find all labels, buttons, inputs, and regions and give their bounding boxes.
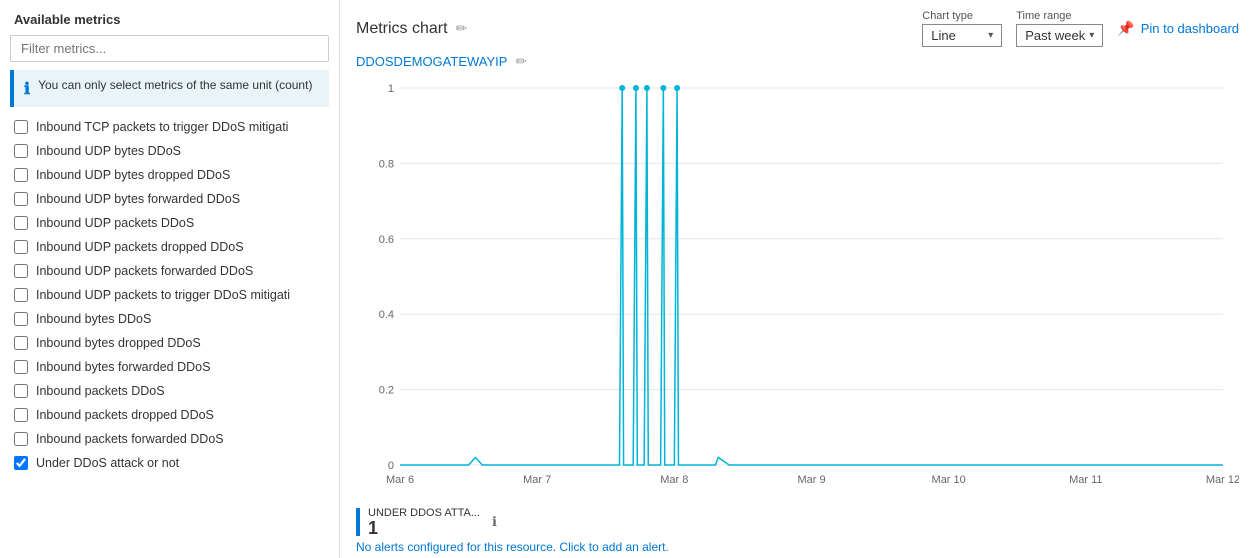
metric-checkbox[interactable] [14, 216, 28, 230]
chart-title-edit-icon[interactable]: ✏ [456, 20, 468, 37]
chart-header: Metrics chart ✏ Chart type Line ▾ Time r… [356, 10, 1239, 47]
metric-checkbox[interactable] [14, 264, 28, 278]
filter-metrics-input[interactable] [10, 35, 329, 62]
bottom-area: UNDER DDOS ATTA... 1 ℹ No alerts configu… [356, 501, 1239, 558]
metric-item[interactable]: Inbound UDP packets to trigger DDoS miti… [4, 283, 335, 307]
metric-label: Inbound UDP bytes DDoS [36, 144, 181, 158]
metric-item[interactable]: Inbound UDP packets DDoS [4, 211, 335, 235]
chart-title-text: Metrics chart [356, 20, 448, 38]
metric-checkbox[interactable] [14, 456, 28, 470]
badge-info-icon: ℹ [492, 514, 497, 530]
chart-type-select[interactable]: Line ▾ [922, 24, 1002, 47]
metric-item[interactable]: Inbound UDP bytes DDoS [4, 139, 335, 163]
svg-text:Mar 7: Mar 7 [523, 474, 551, 486]
svg-text:Mar 12: Mar 12 [1206, 474, 1239, 486]
resource-edit-icon[interactable]: ✏ [515, 53, 527, 70]
metric-item[interactable]: Inbound UDP packets dropped DDoS [4, 235, 335, 259]
right-panel: Metrics chart ✏ Chart type Line ▾ Time r… [340, 0, 1255, 558]
svg-text:0.4: 0.4 [379, 309, 394, 321]
metric-checkbox[interactable] [14, 144, 28, 158]
metric-item[interactable]: Inbound packets dropped DDoS [4, 403, 335, 427]
pin-label: Pin to dashboard [1141, 21, 1239, 36]
metric-checkbox[interactable] [14, 384, 28, 398]
info-banner-text: You can only select metrics of the same … [38, 78, 312, 92]
metric-item[interactable]: Inbound UDP bytes dropped DDoS [4, 163, 335, 187]
alert-link[interactable]: No alerts configured for this resource. … [356, 540, 669, 554]
svg-text:Mar 11: Mar 11 [1069, 474, 1102, 486]
metric-label: Inbound packets forwarded DDoS [36, 432, 224, 446]
chart-type-group: Chart type Line ▾ [922, 10, 1002, 47]
svg-text:0.2: 0.2 [379, 385, 394, 397]
metrics-chart-svg: 1 0.8 0.6 0.4 0.2 0 Mar 6 Mar 7 Mar 8 Mar 9 Mar 10… [356, 74, 1239, 501]
time-range-value: Past week [1025, 28, 1085, 43]
badge-title: UNDER DDOS ATTA... [368, 507, 480, 519]
metric-checkbox[interactable] [14, 432, 28, 446]
metric-item[interactable]: Inbound bytes DDoS [4, 307, 335, 331]
left-panel: Available metrics ℹ You can only select … [0, 0, 340, 558]
metric-item[interactable]: Inbound packets DDoS [4, 379, 335, 403]
info-icon: ℹ [24, 79, 30, 99]
metric-checkbox[interactable] [14, 360, 28, 374]
metric-item[interactable]: Inbound UDP packets forwarded DDoS [4, 259, 335, 283]
metric-label: Inbound bytes dropped DDoS [36, 336, 201, 350]
resource-name: DDOSDEMOGATEWAYIP [356, 54, 507, 69]
metric-label: Inbound UDP bytes dropped DDoS [36, 168, 230, 182]
metric-checkbox[interactable] [14, 192, 28, 206]
chart-type-label: Chart type [922, 10, 1002, 22]
metric-label: Inbound UDP bytes forwarded DDoS [36, 192, 240, 206]
metric-label: Inbound UDP packets forwarded DDoS [36, 264, 253, 278]
chart-area: 1 0.8 0.6 0.4 0.2 0 Mar 6 Mar 7 Mar 8 Mar 9 Mar 10… [356, 74, 1239, 501]
metric-checkbox[interactable] [14, 240, 28, 254]
metric-label: Inbound packets dropped DDoS [36, 408, 214, 422]
metric-label: Inbound bytes forwarded DDoS [36, 360, 210, 374]
svg-text:0: 0 [388, 460, 394, 472]
metric-label: Inbound UDP packets to trigger DDoS miti… [36, 288, 290, 302]
metric-checkbox[interactable] [14, 288, 28, 302]
panel-title: Available metrics [0, 0, 339, 35]
metric-checkbox[interactable] [14, 120, 28, 134]
badge-content: UNDER DDOS ATTA... 1 [368, 507, 480, 537]
svg-text:0.6: 0.6 [379, 234, 394, 246]
metric-item[interactable]: Under DDoS attack or not [4, 451, 335, 475]
metric-label: Inbound UDP packets dropped DDoS [36, 240, 244, 254]
time-range-select[interactable]: Past week ▾ [1016, 24, 1103, 47]
resource-row: DDOSDEMOGATEWAYIP ✏ [356, 53, 1239, 70]
chart-type-value: Line [931, 28, 956, 43]
chart-title-group: Metrics chart ✏ [356, 20, 467, 38]
pin-to-dashboard-button[interactable]: 📌 Pin to dashboard [1117, 20, 1239, 37]
svg-text:Mar 8: Mar 8 [660, 474, 688, 486]
time-range-label: Time range [1016, 10, 1103, 22]
metric-item[interactable]: Inbound bytes dropped DDoS [4, 331, 335, 355]
metric-checkbox[interactable] [14, 168, 28, 182]
metric-label: Inbound bytes DDoS [36, 312, 151, 326]
metric-checkbox[interactable] [14, 312, 28, 326]
chart-type-chevron-icon: ▾ [988, 30, 993, 41]
metric-item[interactable]: Inbound UDP bytes forwarded DDoS [4, 187, 335, 211]
time-range-chevron-icon: ▾ [1089, 30, 1094, 41]
chart-controls: Chart type Line ▾ Time range Past week ▾… [922, 10, 1239, 47]
metric-item[interactable]: Inbound TCP packets to trigger DDoS miti… [4, 115, 335, 139]
badge-count: 1 [368, 519, 480, 537]
svg-text:Mar 6: Mar 6 [386, 474, 414, 486]
pin-icon: 📌 [1117, 20, 1134, 37]
metric-label: Under DDoS attack or not [36, 456, 179, 470]
metric-label: Inbound TCP packets to trigger DDoS miti… [36, 120, 288, 134]
metric-checkbox[interactable] [14, 408, 28, 422]
time-range-group: Time range Past week ▾ [1016, 10, 1103, 47]
metric-item[interactable]: Inbound packets forwarded DDoS [4, 427, 335, 451]
svg-text:Mar 10: Mar 10 [932, 474, 966, 486]
metric-checkbox[interactable] [14, 336, 28, 350]
metric-item[interactable]: Inbound bytes forwarded DDoS [4, 355, 335, 379]
metric-label: Inbound UDP packets DDoS [36, 216, 194, 230]
info-banner: ℹ You can only select metrics of the sam… [10, 70, 329, 107]
metrics-list: Inbound TCP packets to trigger DDoS miti… [0, 115, 339, 558]
svg-text:Mar 9: Mar 9 [797, 474, 825, 486]
svg-text:0.8: 0.8 [379, 158, 394, 170]
alert-badge: UNDER DDOS ATTA... 1 ℹ [356, 507, 1239, 537]
metric-label: Inbound packets DDoS [36, 384, 165, 398]
badge-bar [356, 508, 360, 536]
svg-text:1: 1 [388, 83, 394, 95]
